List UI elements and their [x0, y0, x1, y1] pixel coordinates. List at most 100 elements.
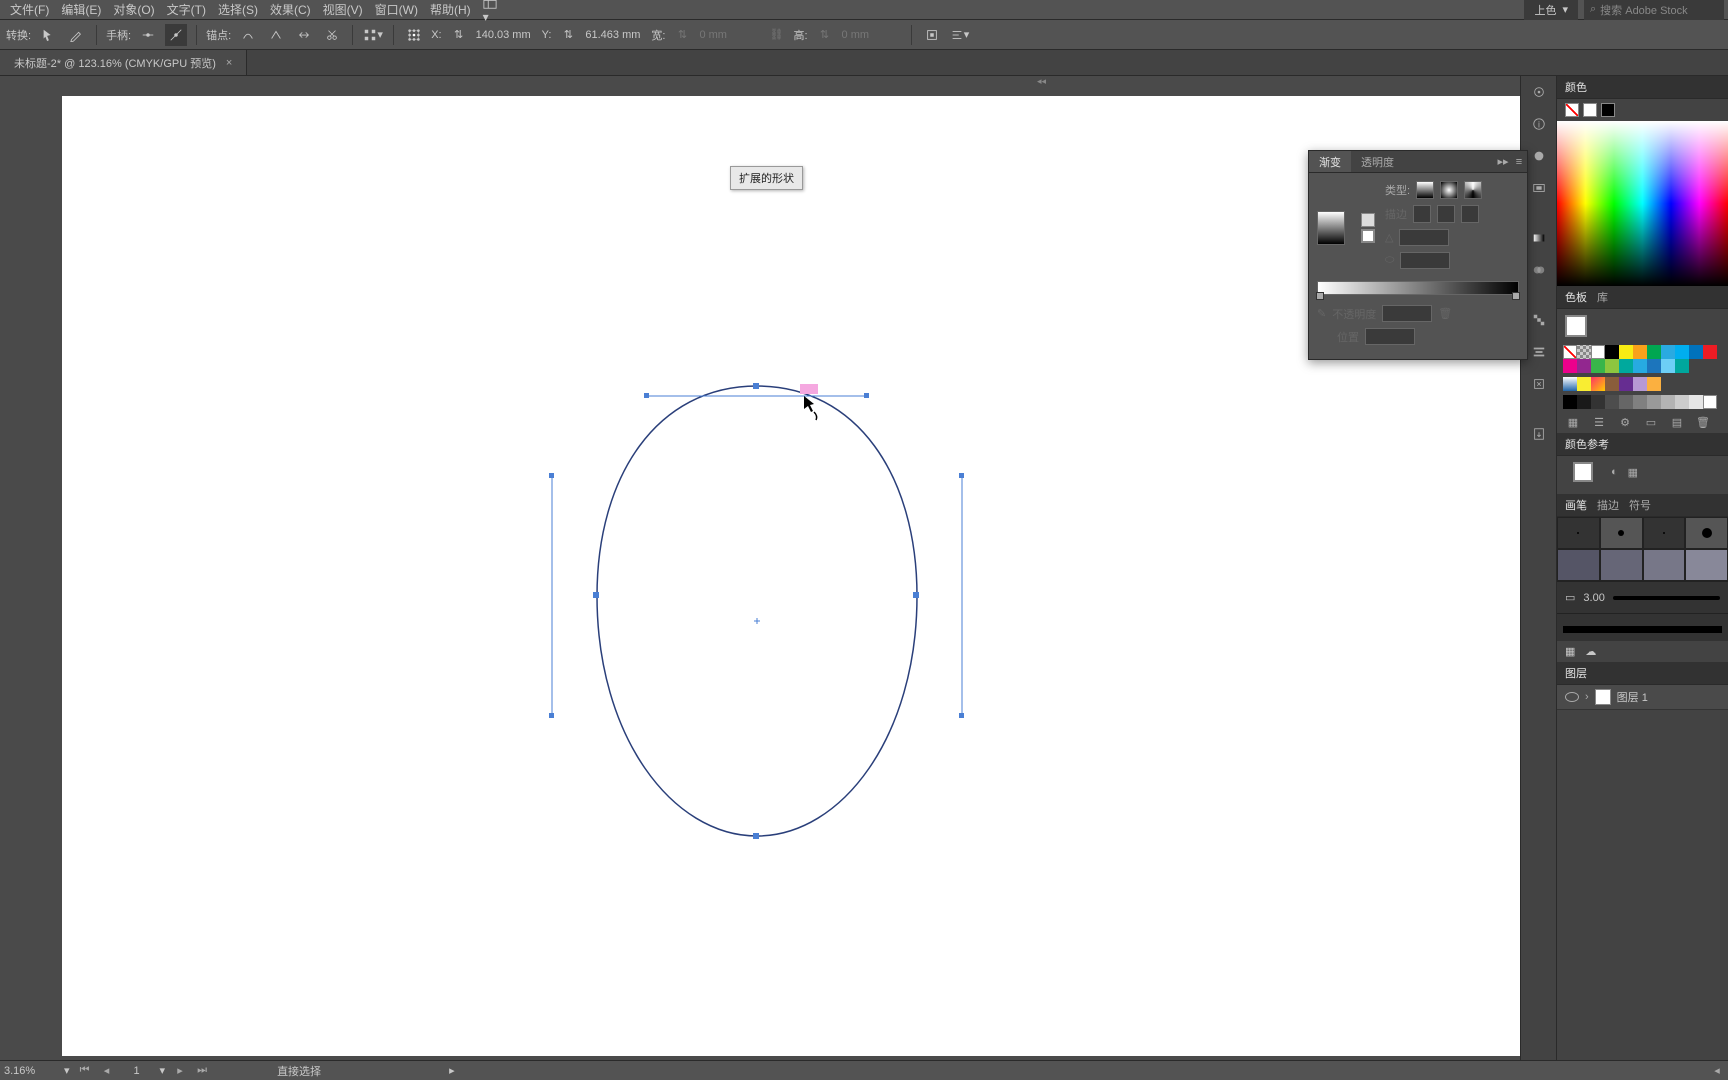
artboard[interactable]: 扩展的形状 [62, 96, 1520, 1056]
swatch-options-icon[interactable]: ⚙ [1617, 415, 1633, 429]
gradient-stroke-swap[interactable] [1361, 229, 1375, 243]
next-artboard-icon[interactable]: ▸ [173, 1064, 187, 1077]
transform-icon[interactable] [1527, 372, 1551, 396]
angle-input[interactable] [1399, 229, 1449, 246]
radial-gradient-icon[interactable] [1440, 181, 1458, 199]
document-tab[interactable]: 未标题-2* @ 123.16% (CMYK/GPU 预览) × [0, 50, 247, 75]
brush-size-value[interactable]: 3.00 [1583, 592, 1604, 604]
menu-type[interactable]: 文字(T) [161, 0, 212, 20]
brush-lib-icon[interactable]: ▦ [1565, 645, 1575, 658]
canvas-viewport[interactable]: ◂◂ [0, 76, 1520, 1060]
gradient-panel[interactable]: 渐变 透明度 ▸▸ ≡ 类型: 描边 [1308, 150, 1528, 360]
harmony-icon[interactable]: ◐ [1611, 466, 1618, 478]
harmony-grid-icon[interactable]: ▦ [1628, 466, 1638, 479]
zoom-input[interactable] [4, 1065, 56, 1077]
layer-row[interactable]: › 图层 1 [1557, 685, 1728, 710]
base-color[interactable] [1573, 462, 1593, 482]
x-input[interactable] [476, 29, 536, 41]
menu-help[interactable]: 帮助(H) [424, 0, 477, 20]
stroke-swatch-b[interactable] [1601, 103, 1615, 117]
properties-icon[interactable] [1527, 80, 1551, 104]
aspect-input[interactable] [1400, 252, 1450, 269]
gradient-preview[interactable] [1317, 211, 1345, 245]
w-stepper-icon[interactable]: ⇅ [671, 24, 693, 46]
align-grid-icon[interactable]: ▾ [362, 24, 384, 46]
last-artboard-icon[interactable]: ⏭ [195, 1064, 209, 1077]
menu-layout-icon[interactable]: ▾ [477, 0, 503, 26]
pathfinder-icon[interactable] [1527, 308, 1551, 332]
brushes-tab[interactable]: 画笔 [1565, 497, 1587, 513]
visibility-icon[interactable] [1565, 692, 1579, 702]
menu-file[interactable]: 文件(F) [4, 0, 55, 20]
pen-icon[interactable] [65, 24, 87, 46]
gradient-tab[interactable]: 渐变 [1309, 151, 1351, 172]
swatches-tab[interactable]: 色板 [1565, 289, 1587, 305]
gradient-dock-icon[interactable] [1527, 226, 1551, 250]
isolate-icon[interactable] [921, 24, 943, 46]
menu-view[interactable]: 视图(V) [317, 0, 369, 20]
gradient-stop-right[interactable] [1512, 292, 1520, 300]
gradient-fill-swap[interactable] [1361, 213, 1375, 227]
expand-layer-icon[interactable]: › [1585, 691, 1589, 703]
anchor-convert-icon[interactable] [237, 24, 259, 46]
stroke-swatch-w[interactable] [1583, 103, 1597, 117]
stroke-along-icon[interactable] [1437, 205, 1455, 223]
reference-point-icon[interactable] [403, 24, 425, 46]
anchor-remove-icon[interactable] [293, 24, 315, 46]
fill-swatch[interactable] [1565, 103, 1579, 117]
x-stepper-icon[interactable]: ⇅ [448, 24, 470, 46]
libraries-tab[interactable]: 库 [1597, 289, 1608, 305]
swatch-lib-icon[interactable]: ▦ [1565, 415, 1581, 429]
align-icon[interactable] [1527, 340, 1551, 364]
workspace-switcher[interactable]: 上色 ▾ [1524, 0, 1578, 20]
status-play-icon[interactable]: ▸ [449, 1064, 455, 1077]
scroll-left-icon[interactable]: ◂ [1710, 1064, 1724, 1077]
asset-export-icon[interactable] [1527, 422, 1551, 446]
y-stepper-icon[interactable]: ⇅ [557, 24, 579, 46]
swatch-new-icon[interactable]: ▤ [1669, 415, 1685, 429]
menu-select[interactable]: 选择(S) [212, 0, 264, 20]
menu-edit[interactable]: 编辑(E) [55, 0, 107, 20]
symbols-tab[interactable]: 符号 [1629, 497, 1651, 513]
first-artboard-icon[interactable]: ⏮ [78, 1064, 92, 1077]
collapse-panel-icon[interactable]: ▸▸ [1495, 151, 1511, 172]
w-input[interactable] [699, 29, 759, 41]
delete-stop-icon[interactable]: 🗑 [1438, 307, 1452, 320]
color-spectrum[interactable] [1557, 121, 1728, 286]
linear-gradient-icon[interactable] [1416, 181, 1434, 199]
swatch-menu-icon[interactable]: ☰ [1591, 415, 1607, 429]
h-stepper-icon[interactable]: ⇅ [814, 24, 836, 46]
menu-effect[interactable]: 效果(C) [264, 0, 317, 20]
art-brush-row[interactable] [1557, 613, 1728, 641]
zoom-dropdown-icon[interactable]: ▾ [64, 1064, 70, 1077]
brush-libraries-icon[interactable]: ☁ [1585, 645, 1596, 658]
eyedropper-icon[interactable]: ✎ [1317, 307, 1326, 320]
menu-object[interactable]: 对象(O) [107, 0, 160, 20]
info-icon[interactable]: i [1527, 112, 1551, 136]
swatch-grid[interactable] [1557, 343, 1728, 375]
handle-hide-icon[interactable] [165, 24, 187, 46]
link-wh-icon[interactable]: ⛓ [765, 24, 787, 46]
swatch-new-group-icon[interactable]: ▭ [1643, 415, 1659, 429]
stop-position-input[interactable] [1365, 328, 1415, 345]
stroke-across-icon[interactable] [1461, 205, 1479, 223]
vector-shape[interactable] [62, 96, 1520, 1056]
swatch-delete-icon[interactable]: 🗑 [1695, 415, 1711, 429]
panel-menu-icon[interactable]: ≡ [1511, 151, 1527, 172]
layers-title[interactable]: 图层 [1565, 665, 1587, 681]
h-input[interactable] [842, 29, 902, 41]
stock-search[interactable]: ⌕ 搜索 Adobe Stock [1584, 0, 1724, 20]
layer-name[interactable]: 图层 1 [1617, 689, 1648, 705]
panel-collapse-icon[interactable]: ◂◂ [1037, 76, 1049, 88]
align-dropdown-icon[interactable]: ▾ [949, 24, 971, 46]
artboard-dropdown-icon[interactable]: ▾ [160, 1064, 166, 1077]
current-swatch[interactable] [1565, 315, 1587, 337]
calligraphic-row[interactable]: ▭ 3.00 [1557, 581, 1728, 613]
handle-show-icon[interactable] [137, 24, 159, 46]
gradient-slider[interactable] [1317, 281, 1519, 295]
anchor-cut-icon[interactable] [321, 24, 343, 46]
pattern-brush-row[interactable] [1557, 549, 1728, 581]
color-guide-title[interactable]: 颜色参考 [1565, 436, 1609, 452]
brush-presets-row[interactable] [1557, 517, 1728, 549]
y-input[interactable] [585, 29, 645, 41]
